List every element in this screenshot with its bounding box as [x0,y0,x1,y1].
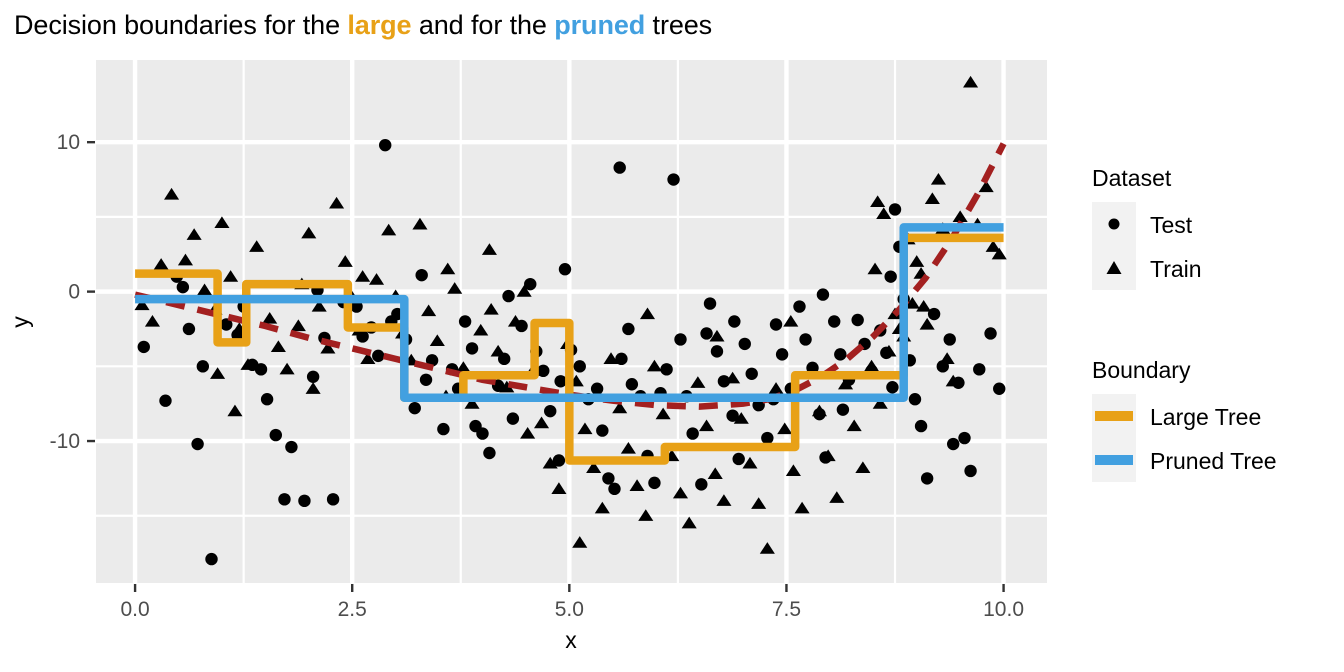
y-axis-tick-label: -10 [50,430,80,453]
data-point-test [159,394,172,407]
legend-title-boundary: Boundary [1092,357,1191,383]
data-point-test [476,427,489,440]
data-point-test [958,431,971,445]
data-point-test [602,472,615,485]
data-point-test [710,345,724,358]
legend-title-dataset: Dataset [1092,165,1172,191]
data-point-test [176,280,190,294]
data-point-test [886,381,899,394]
data-point-test [703,297,717,310]
data-point-test [465,342,479,355]
data-point-test [573,360,586,373]
data-point-test [793,300,806,313]
legend-label-test: Test [1150,212,1193,238]
data-point-test [182,322,196,336]
data-point-test [298,494,311,508]
data-point-test [993,382,1006,395]
data-point-test [728,315,741,328]
data-point-test [437,422,450,436]
data-point-test [943,333,956,346]
data-point-test [816,288,830,301]
data-point-test [648,476,661,490]
data-point-test [769,318,783,331]
y-axis-title: y [7,316,33,328]
data-point-test [622,322,635,336]
x-axis-tick-label: 5.0 [555,598,584,621]
data-point-test [379,138,392,152]
data-point-test [761,431,774,445]
data-point-test [506,412,520,425]
data-point-test [836,403,850,416]
data-point-test [419,373,433,386]
data-point-test [408,401,421,415]
data-point-test [828,315,841,328]
data-point-test [458,315,472,328]
data-point-test [660,363,673,376]
data-point-test [205,552,218,566]
data-point-test [590,382,604,395]
data-point-test [625,378,639,391]
y-axis: -10 0 10 [50,131,95,453]
data-point-test [254,363,268,376]
data-point-test [260,393,274,406]
data-point-test [285,440,298,454]
data-point-test [372,349,385,363]
data-point-test [674,333,687,346]
legend-swatch-large-tree [1095,411,1133,421]
data-point-test [415,268,428,282]
data-point-test [502,289,515,303]
data-point-test [558,263,572,276]
data-point-test [306,370,320,383]
data-point-test [191,437,204,451]
x-axis-tick-label: 7.5 [772,598,801,621]
data-point-test [964,464,977,478]
data-point-test [686,427,699,440]
data-point-test [695,478,708,491]
data-point-test [667,173,680,186]
data-point-test [613,161,626,174]
data-point-test [732,452,745,466]
data-point-test [851,313,864,327]
x-axis-tick-label: 2.5 [338,598,367,621]
chart-svg: 0.0 2.5 5.0 7.5 10.0 -10 0 10 x y Dataset Test… [7,60,1277,653]
circle-icon [1108,218,1120,230]
plot-panel [96,60,1047,583]
data-point-test [888,203,902,216]
data-point-test [947,437,960,451]
data-point-test [738,337,751,351]
legend-swatch-pruned-tree [1095,455,1133,465]
data-point-test [973,363,986,376]
data-point-test [908,393,922,406]
data-point-test [775,348,789,361]
legend-label-pruned-tree: Pruned Tree [1150,448,1277,474]
y-axis-tick-label: 10 [57,131,80,154]
legend: Dataset Test Train Boundary Large Tree P… [1092,165,1277,482]
x-axis: 0.0 2.5 5.0 7.5 10.0 [120,584,1024,621]
data-point-test [554,375,567,388]
chart-root: Decision boundaries for the large and fo… [0,0,1344,672]
data-point-test [544,404,557,418]
data-point-test [596,424,609,437]
data-point-test [326,493,340,506]
data-point-test [278,493,291,506]
data-point-test [914,419,928,433]
data-point-test [483,446,496,460]
data-point-test [196,360,210,373]
data-point-test [137,340,150,354]
data-point-test [700,327,713,340]
y-axis-tick-label: 0 [68,281,80,304]
data-point-test [984,327,997,340]
x-axis-tick-label: 10.0 [983,598,1024,621]
x-axis-title: x [565,627,577,653]
data-point-test [608,482,621,496]
data-point-test [269,428,282,442]
legend-label-train: Train [1150,256,1202,282]
data-point-test [884,270,897,283]
data-point-test [745,367,758,380]
data-point-test [834,348,847,361]
legend-label-large-tree: Large Tree [1150,404,1261,430]
data-point-test [920,472,934,485]
data-point-test [799,333,812,346]
x-axis-tick-label: 0.0 [120,598,149,621]
